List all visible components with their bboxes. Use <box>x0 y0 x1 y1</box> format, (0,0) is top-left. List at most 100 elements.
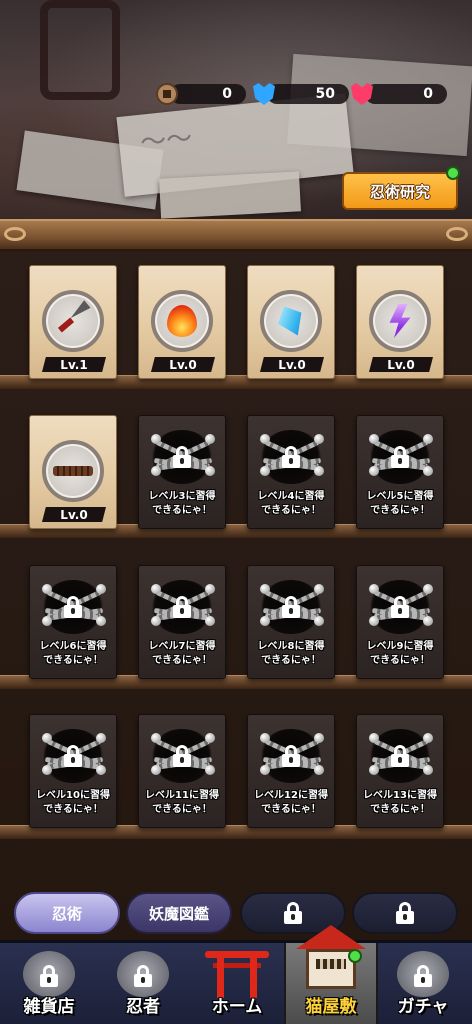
chain-knob <box>369 765 379 775</box>
chain-knob <box>369 616 379 626</box>
bottom-navigation: 雑貨店 忍者 ホーム 猫屋敷 ガチャ <box>0 925 472 1024</box>
lock-icon <box>40 965 58 987</box>
skill-level-label: Lv.0 <box>42 507 106 522</box>
locked-skill-card[interactable]: レベル10に習得 できるにゃ！ <box>29 714 117 828</box>
locked-skill-card[interactable]: レベル5に習得 できるにゃ！ <box>356 415 444 529</box>
chain-knob <box>423 466 433 476</box>
skill-level-label: Lv.0 <box>260 357 324 372</box>
chain-knob <box>96 765 106 775</box>
unlock-requirement-text: レベル12に習得 できるにゃ！ <box>254 790 328 815</box>
lock-icon <box>414 965 432 987</box>
chain-knob <box>369 733 379 743</box>
chain-knob <box>42 765 52 775</box>
locked-skill-card[interactable]: レベル7に習得 できるにゃ！ <box>138 565 226 679</box>
chain-knob <box>96 733 106 743</box>
locked-skill-card[interactable]: レベル13に習得 できるにゃ！ <box>356 714 444 828</box>
chain-knob <box>260 584 270 594</box>
ninjutsu-research-button[interactable]: 忍術研究 <box>342 172 458 210</box>
locked-skill-card[interactable]: レベル4に習得 できるにゃ！ <box>247 415 335 529</box>
unlock-requirement-text: レベル13に習得 できるにゃ！ <box>363 790 437 815</box>
chain-knob <box>96 616 106 626</box>
skill-badge <box>369 290 431 352</box>
nav-home[interactable]: ホーム <box>190 943 284 1024</box>
padlock-icon <box>391 596 409 618</box>
chain-knob <box>260 765 270 775</box>
skill-level-label: Lv.0 <box>151 357 215 372</box>
nav-label: ホーム <box>211 997 263 1017</box>
decorative-hook <box>40 0 120 100</box>
chain-knob <box>260 434 270 444</box>
ice-crystal-icon <box>272 301 309 341</box>
locked-skill-card[interactable]: レベル8に習得 できるにゃ！ <box>247 565 335 679</box>
lock-icon <box>134 965 152 987</box>
notification-dot <box>446 166 460 180</box>
header-background: 〜〜 0 50 0 忍術研究 <box>0 0 472 222</box>
nav-ninja[interactable]: 忍者 <box>96 943 190 1024</box>
nav-label: 雑貨店 <box>23 997 75 1017</box>
locked-skill-card[interactable]: レベル9に習得 できるにゃ！ <box>356 565 444 679</box>
chain-knob <box>314 584 324 594</box>
unlock-requirement-text: レベル7に習得 できるにゃ！ <box>148 641 216 666</box>
chain-knob <box>205 466 215 476</box>
skill-badge <box>151 290 213 352</box>
padlock-icon <box>64 745 82 767</box>
chain-knob <box>423 765 433 775</box>
nav-gacha[interactable]: ガチャ <box>376 943 470 1024</box>
skill-card[interactable]: Lv.0 <box>356 265 444 379</box>
unlock-requirement-text: レベル3に習得 できるにゃ！ <box>148 491 216 516</box>
padlock-icon <box>173 596 191 618</box>
sub-tab-bar: 忍術 妖魔図鑑 <box>0 888 472 938</box>
padlock-icon <box>64 596 82 618</box>
unlock-requirement-text: レベル4に習得 できるにゃ！ <box>257 491 325 516</box>
kunai-icon <box>56 304 90 338</box>
skill-card[interactable]: Lv.0 <box>138 265 226 379</box>
chain-knob <box>42 733 52 743</box>
chain-knob <box>314 616 324 626</box>
padlock-icon <box>391 446 409 468</box>
skill-shelf: Lv.1 Lv.0 Lv.0 Lv.0 Lv.0 レベル3に習得 できるにゃ！ レベル4に習… <box>0 251 472 941</box>
chain-knob <box>423 584 433 594</box>
nav-label: ガチャ <box>397 997 449 1017</box>
chain-knob <box>205 765 215 775</box>
padlock-icon <box>173 745 191 767</box>
chain-knob <box>423 616 433 626</box>
chain-knob <box>205 733 215 743</box>
chain-knob <box>423 733 433 743</box>
notification-dot <box>348 949 362 963</box>
chain-knob <box>151 616 161 626</box>
skill-card[interactable]: Lv.0 <box>29 415 117 529</box>
nav-shop[interactable]: 雑貨店 <box>2 943 96 1024</box>
locked-skill-card[interactable]: レベル6に習得 できるにゃ！ <box>29 565 117 679</box>
unlock-requirement-text: レベル5に習得 できるにゃ！ <box>366 491 434 516</box>
chain-knob <box>151 466 161 476</box>
spike-trap-icon <box>53 466 93 476</box>
chain-knob <box>423 434 433 444</box>
tab-label: 忍術 <box>51 904 82 923</box>
locked-skill-card[interactable]: レベル11に習得 できるにゃ！ <box>138 714 226 828</box>
unlock-requirement-text: レベル10に習得 できるにゃ！ <box>36 790 110 815</box>
coin-counter: 0 <box>156 83 246 105</box>
decorative-paper <box>159 171 301 219</box>
chain-knob <box>205 616 215 626</box>
lock-icon <box>396 902 414 924</box>
chain-knob <box>369 584 379 594</box>
locked-skill-card[interactable]: レベル3に習得 できるにゃ！ <box>138 415 226 529</box>
nav-cat-house[interactable]: 猫屋敷 <box>284 925 378 1024</box>
chain-knob <box>314 466 324 476</box>
skill-card[interactable]: Lv.1 <box>29 265 117 379</box>
padlock-icon <box>173 446 191 468</box>
red-gem-value: 0 <box>365 84 447 104</box>
locked-skill-card[interactable]: レベル12に習得 できるにゃ！ <box>247 714 335 828</box>
shelf-top-beam <box>0 219 472 251</box>
tab-ninjutsu[interactable]: 忍術 <box>14 892 120 934</box>
tab-yokai-encyclopedia[interactable]: 妖魔図鑑 <box>126 892 232 934</box>
skill-card[interactable]: Lv.0 <box>247 265 335 379</box>
padlock-icon <box>282 596 300 618</box>
chain-knob <box>96 584 106 594</box>
chain-knob <box>205 434 215 444</box>
tab-locked-2[interactable] <box>352 892 458 934</box>
fire-icon <box>167 305 197 337</box>
unlock-requirement-text: レベル6に習得 できるにゃ！ <box>39 641 107 666</box>
unlock-requirement-text: レベル8に習得 できるにゃ！ <box>257 641 325 666</box>
chain-knob <box>369 434 379 444</box>
